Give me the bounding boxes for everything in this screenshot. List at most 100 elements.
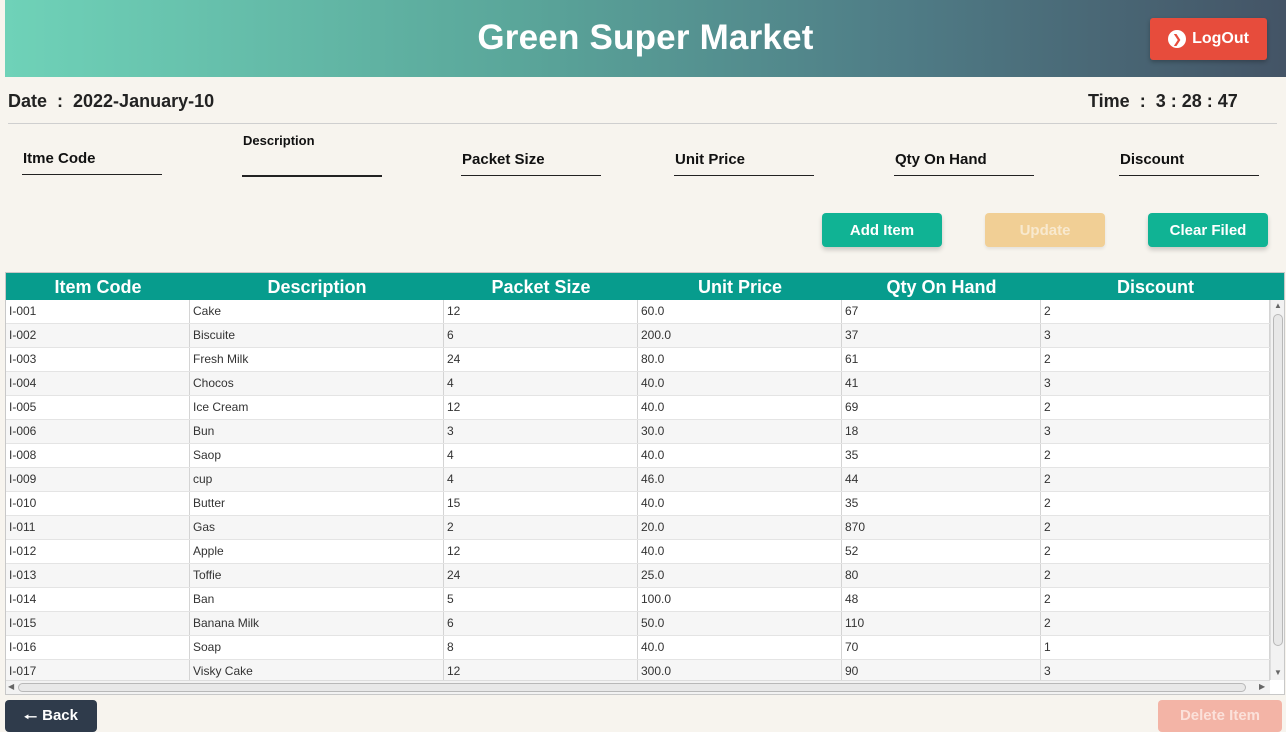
description-field[interactable] [242, 150, 382, 177]
table-cell: I-004 [6, 372, 190, 395]
table-cell: Toffie [190, 564, 444, 587]
table-cell: 40.0 [638, 540, 842, 563]
table-cell: 12 [444, 300, 638, 323]
column-header[interactable]: Packet Size [444, 277, 638, 298]
table-body[interactable]: I-001 Cake 12 60.0 67 2 I-002 Biscuite 6 200.0 37 3… [6, 300, 1270, 680]
table-cell: 3 [1041, 660, 1270, 680]
time-value: 3 : 28 : 47 [1155, 91, 1238, 111]
app-header: Green Super Market [5, 0, 1286, 77]
scroll-down-icon[interactable]: ▼ [1274, 668, 1282, 677]
table-cell: 40.0 [638, 636, 842, 659]
table-row[interactable]: I-002 Biscuite 6 200.0 37 3 [6, 324, 1270, 348]
table-cell: 12 [444, 396, 638, 419]
table-cell: 35 [842, 492, 1041, 515]
table-row[interactable]: I-003 Fresh Milk 24 80.0 61 2 [6, 348, 1270, 372]
table-cell: 12 [444, 540, 638, 563]
delete-item-button[interactable]: Delete Item [1158, 700, 1282, 732]
packet-size-field[interactable]: Packet Size [461, 151, 601, 176]
column-header[interactable]: Unit Price [638, 277, 842, 298]
column-header[interactable]: Discount [1041, 277, 1270, 298]
table-cell: Biscuite [190, 324, 444, 347]
date-display: Date:2022-January-10 [8, 91, 215, 111]
table-row[interactable]: I-008 Saop 4 40.0 35 2 [6, 444, 1270, 468]
table-cell: I-014 [6, 588, 190, 611]
table-cell: 2 [1041, 564, 1270, 587]
item-code-field[interactable]: Itme Code [22, 150, 162, 175]
vertical-scroll-thumb[interactable] [1273, 314, 1283, 646]
table-cell: 3 [1041, 324, 1270, 347]
table-cell: I-002 [6, 324, 190, 347]
table-cell: 90 [842, 660, 1041, 680]
table-cell: I-006 [6, 420, 190, 443]
back-button[interactable]: 🠐 Back [5, 700, 97, 732]
table-cell: 3 [444, 420, 638, 443]
back-label: Back [42, 707, 78, 724]
table-cell: 4 [444, 444, 638, 467]
time-label: Time [1088, 91, 1130, 111]
table-row[interactable]: I-012 Apple 12 40.0 52 2 [6, 540, 1270, 564]
scroll-up-icon[interactable]: ▲ [1274, 301, 1282, 310]
table-cell: 30.0 [638, 420, 842, 443]
horizontal-scroll-thumb[interactable] [18, 683, 1246, 692]
vertical-scrollbar[interactable]: ▲ ▼ [1270, 300, 1284, 680]
table-cell: Banana Milk [190, 612, 444, 635]
table-row[interactable]: I-009 cup 4 46.0 44 2 [6, 468, 1270, 492]
table-cell: 2 [1041, 492, 1270, 515]
column-header[interactable]: Qty On Hand [842, 277, 1041, 298]
table-cell: 2 [1041, 540, 1270, 563]
table-row[interactable]: I-006 Bun 3 30.0 18 3 [6, 420, 1270, 444]
table-cell: 60.0 [638, 300, 842, 323]
table-cell: 67 [842, 300, 1041, 323]
unit-price-field[interactable]: Unit Price [674, 151, 814, 176]
date-label: Date [8, 91, 48, 111]
scroll-right-icon[interactable]: ▶ [1259, 682, 1265, 691]
table-cell: 80.0 [638, 348, 842, 371]
table-row[interactable]: I-015 Banana Milk 6 50.0 110 2 [6, 612, 1270, 636]
table-cell: Gas [190, 516, 444, 539]
table-cell: Ban [190, 588, 444, 611]
table-cell: 2 [1041, 516, 1270, 539]
table-row[interactable]: I-013 Toffie 24 25.0 80 2 [6, 564, 1270, 588]
chevron-right-circle-icon: ❯ [1168, 30, 1187, 48]
header-divider [8, 123, 1277, 124]
clear-fields-button[interactable]: Clear Filed [1148, 213, 1268, 247]
table-row[interactable]: I-014 Ban 5 100.0 48 2 [6, 588, 1270, 612]
column-header[interactable]: Item Code [6, 277, 190, 298]
items-table[interactable]: Item Code Description Packet Size Unit Pric… [5, 272, 1285, 695]
scroll-left-icon[interactable]: ◀ [8, 682, 14, 691]
table-cell: 52 [842, 540, 1041, 563]
table-row[interactable]: I-017 Visky Cake 12 300.0 90 3 [6, 660, 1270, 680]
table-cell: 46.0 [638, 468, 842, 491]
logout-button[interactable]: ❯ LogOut [1150, 18, 1267, 60]
table-cell: 200.0 [638, 324, 842, 347]
table-cell: 1 [1041, 636, 1270, 659]
table-cell: I-015 [6, 612, 190, 635]
table-cell: 870 [842, 516, 1041, 539]
table-row[interactable]: I-016 Soap 8 40.0 70 1 [6, 636, 1270, 660]
table-cell: 8 [444, 636, 638, 659]
table-cell: 70 [842, 636, 1041, 659]
table-cell: 20.0 [638, 516, 842, 539]
table-cell: Cake [190, 300, 444, 323]
table-cell: I-005 [6, 396, 190, 419]
table-cell: Saop [190, 444, 444, 467]
table-row[interactable]: I-005 Ice Cream 12 40.0 69 2 [6, 396, 1270, 420]
table-row[interactable]: I-010 Butter 15 40.0 35 2 [6, 492, 1270, 516]
qty-on-hand-field[interactable]: Qty On Hand [894, 151, 1034, 176]
table-cell: 15 [444, 492, 638, 515]
table-row[interactable]: I-001 Cake 12 60.0 67 2 [6, 300, 1270, 324]
update-button[interactable]: Update [985, 213, 1105, 247]
arrow-left-icon: 🠐 [24, 709, 38, 726]
table-row[interactable]: I-011 Gas 2 20.0 870 2 [6, 516, 1270, 540]
column-header[interactable]: Description [190, 277, 444, 298]
table-row[interactable]: I-004 Chocos 4 40.0 41 3 [6, 372, 1270, 396]
discount-field[interactable]: Discount [1119, 151, 1259, 176]
add-item-button[interactable]: Add Item [822, 213, 942, 247]
table-cell: Chocos [190, 372, 444, 395]
table-cell: 37 [842, 324, 1041, 347]
table-cell: I-016 [6, 636, 190, 659]
table-cell: 40.0 [638, 492, 842, 515]
app-title: Green Super Market [477, 18, 814, 57]
table-cell: 40.0 [638, 372, 842, 395]
horizontal-scrollbar[interactable]: ◀ ▶ [6, 680, 1270, 694]
